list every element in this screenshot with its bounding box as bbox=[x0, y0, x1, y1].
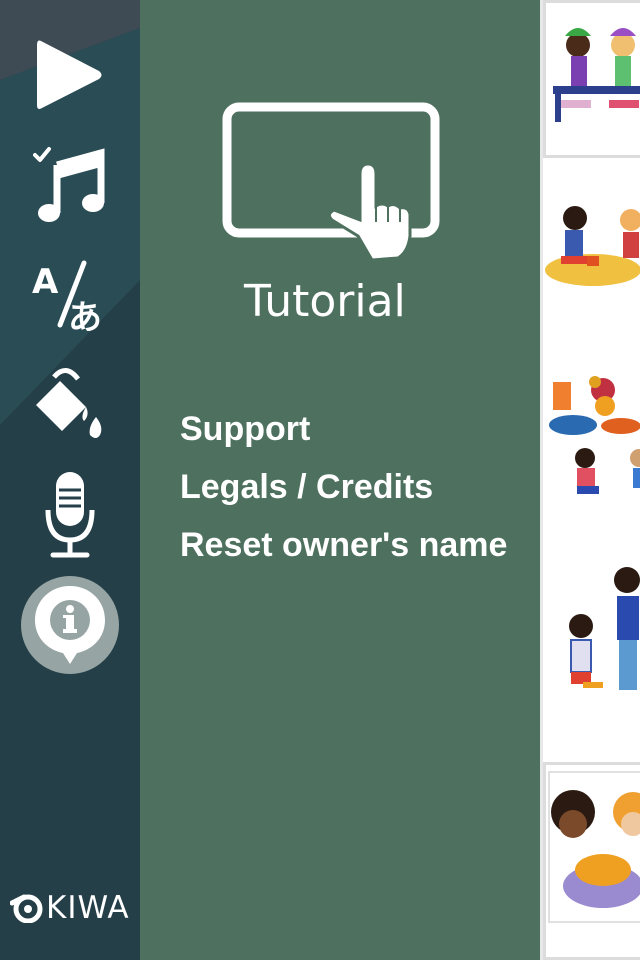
info-menu: Support Legals / Credits Reset owner's n… bbox=[180, 402, 507, 576]
info-button[interactable] bbox=[0, 575, 140, 675]
support-link[interactable]: Support bbox=[180, 402, 507, 460]
paint-bucket-icon bbox=[36, 368, 102, 438]
kiwa-logo-icon bbox=[10, 894, 43, 923]
paint-button[interactable] bbox=[0, 355, 140, 455]
thumbnail-illustration bbox=[549, 376, 640, 494]
svg-text:A: A bbox=[32, 262, 59, 302]
thumbnail-page-2[interactable] bbox=[543, 190, 640, 380]
info-icon bbox=[35, 586, 105, 664]
thumbnail-page-5[interactable] bbox=[543, 762, 640, 960]
thumbnail-illustration bbox=[569, 567, 640, 690]
reset-owner-name-link[interactable]: Reset owner's name bbox=[180, 518, 507, 576]
play-icon bbox=[37, 40, 102, 109]
touch-tablet-icon bbox=[222, 102, 440, 262]
kiwa-logo: KIWA bbox=[10, 890, 130, 926]
thumbnail-illustration bbox=[545, 206, 640, 286]
thumbnail-illustration bbox=[553, 28, 640, 122]
info-panel: Tutorial Support Legals / Credits Reset … bbox=[140, 0, 540, 960]
page-thumbnails-strip bbox=[540, 0, 640, 960]
language-translate-icon: A あ bbox=[32, 260, 102, 331]
thumbnail-page-4[interactable] bbox=[543, 560, 640, 750]
thumbnail-page-1[interactable] bbox=[543, 0, 640, 158]
tutorial-button[interactable]: Tutorial bbox=[200, 96, 460, 346]
info-selected-highlight bbox=[21, 576, 119, 674]
microphone-button[interactable] bbox=[0, 465, 140, 565]
language-button[interactable]: A あ bbox=[0, 245, 140, 345]
legals-credits-link[interactable]: Legals / Credits bbox=[180, 460, 507, 518]
brand-name: KIWA bbox=[46, 890, 130, 926]
music-note-check-icon bbox=[33, 147, 105, 222]
svg-text:あ: あ bbox=[68, 298, 102, 331]
microphone-icon bbox=[45, 472, 95, 558]
music-button[interactable] bbox=[0, 135, 140, 235]
thumbnail-illustration bbox=[548, 771, 640, 923]
thumbnail-page-3[interactable] bbox=[543, 370, 640, 560]
play-button[interactable] bbox=[0, 25, 140, 125]
icon-sidebar: A あ KIWA bbox=[0, 0, 140, 960]
